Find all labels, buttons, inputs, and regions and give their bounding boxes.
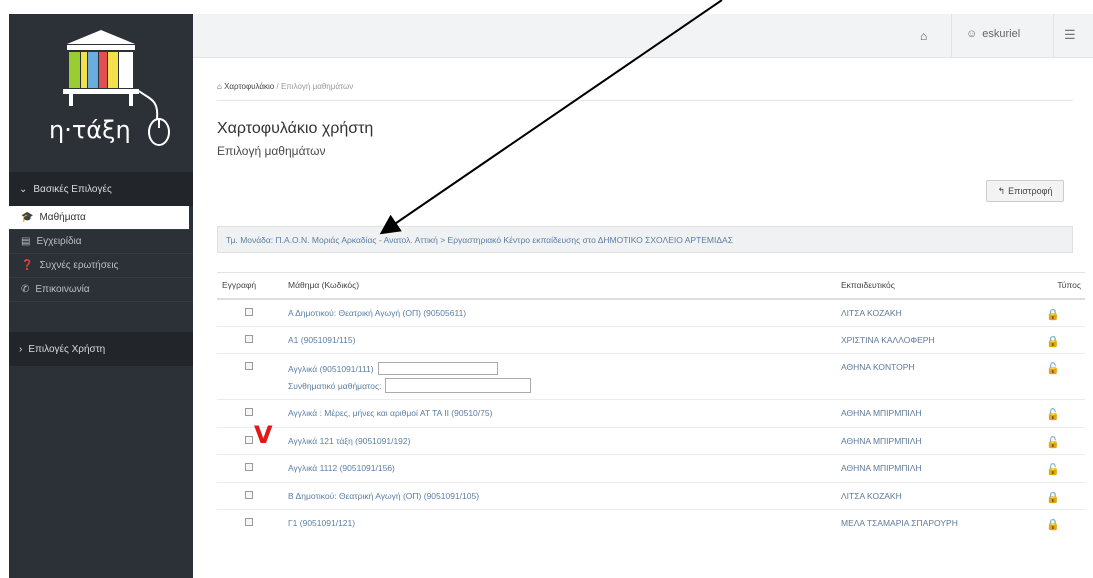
instructor-name: ΑΘΗΝΑ ΜΠΙΡΜΠΙΛΗ — [841, 435, 922, 446]
lock-open-icon: 🔓 — [1046, 409, 1060, 421]
course-link[interactable]: Αγγλικά (9051091/111) — [288, 364, 374, 374]
divider — [217, 100, 1073, 101]
courses-table: Εγγραφή Μάθημα (Κωδικός) Εκπαιδευτικός Τ… — [217, 272, 1085, 537]
table-row: Β Δημοτικού: Θεατρική Αγωγή (ΟΠ) (905109… — [217, 481, 1085, 510]
sidebar-item-manuals[interactable]: ▤ Εγχειρίδια — [9, 230, 193, 254]
sidebar-section-user-label: Επιλογές Χρήστη — [28, 343, 106, 355]
column-header-register: Εγγραφή — [217, 272, 281, 300]
instructor-name: ΑΘΗΝΑ ΚΟΝΤΟΡΗ — [841, 362, 915, 372]
instructor-name: ΛΙΤΣΑ ΚΟΖΑΚΗ — [841, 307, 902, 318]
sidebar-section-main-label: Βασικές Επιλογές — [33, 183, 112, 195]
back-arrow-icon: ↰ — [997, 185, 1006, 196]
divider — [1053, 14, 1054, 58]
register-checkbox[interactable] — [245, 463, 253, 471]
divider — [951, 14, 952, 58]
user-menu[interactable]: ☺ eskuriel — [966, 28, 1020, 40]
topbar: ⌂ ☺ eskuriel ☰ — [193, 14, 1093, 58]
register-checkbox[interactable] — [245, 435, 253, 444]
lock-closed-icon: 🔒 — [1046, 308, 1060, 321]
column-header-instructors: Εκπαιδευτικός — [834, 272, 1021, 300]
menu-icon[interactable]: ☰ — [1064, 27, 1076, 43]
instructor-name: ΑΘΗΝΑ ΜΠΙΡΜΠΙΛΗ — [841, 463, 922, 473]
table-row: Α Δημοτικού: Θεατρική Αγωγή (ΟΠ) (905056… — [217, 298, 1085, 326]
breadcrumb-current: Επιλογή μαθημάτων — [280, 82, 354, 91]
password-underline — [377, 362, 498, 375]
register-checkbox[interactable] — [245, 307, 253, 316]
sidebar-item-label: Συχνές ερωτήσεις — [39, 260, 119, 271]
breadcrumb: ⌂ Χαρτοφυλάκιο / Επιλογή μαθημάτων — [217, 82, 353, 91]
book-icon: ▤ — [21, 236, 31, 247]
lock-open-icon: 🔓 — [1046, 464, 1060, 476]
user-avatar-icon: ☺ — [966, 28, 978, 40]
home-icon[interactable]: ⌂ — [920, 29, 927, 43]
lock-closed-icon: 🔒 — [1046, 519, 1060, 531]
sidebar-section-user[interactable]: › Επιλογές Χρήστη — [9, 332, 193, 366]
logo-icon — [63, 30, 170, 146]
breadcrumb-separator: / — [276, 82, 279, 91]
course-link[interactable]: Α1 (9051091/115) — [288, 335, 355, 345]
sidebar-section-main[interactable]: ⌄ Βασικές Επιλογές — [9, 172, 193, 206]
instructor-name: ΑΘΗΝΑ ΜΠΙΡΜΠΙΛΗ — [841, 408, 922, 418]
page-subtitle: Επιλογή μαθημάτων — [217, 144, 326, 158]
table-row: Αγγλικά 121 τάξη (9051091/192) ΑΘΗΝΑ ΜΠΙ… — [217, 426, 1085, 455]
sidebar-item-courses[interactable]: 🎓 Μαθήματα — [9, 206, 193, 230]
lock-open-icon: 🔓 — [1046, 436, 1060, 449]
chevron-down-icon: ⌄ — [19, 183, 28, 195]
username: eskuriel — [982, 28, 1021, 40]
column-header-type: Τύπος — [1021, 272, 1085, 300]
course-link[interactable]: Β Δημοτικού: Θεατρική Αγωγή (ΟΠ) (905109… — [288, 491, 479, 501]
instructor-name: ΧΡΙΣΤΙΝΑ ΚΑΛΛΟΦΕΡΗ — [841, 334, 935, 345]
table-header-row: Εγγραφή Μάθημα (Κωδικός) Εκπαιδευτικός Τ… — [217, 272, 1085, 300]
lock-open-icon: 🔓 — [1046, 363, 1060, 375]
back-button[interactable]: ↰ Επιστροφή — [986, 180, 1064, 202]
sidebar: η·τάξη ⌄ Βασικές Επιλογές 🎓 Μαθήματα ▤ Ε… — [9, 14, 193, 578]
logo-text: η·τάξη — [49, 116, 131, 144]
course-link[interactable]: Αγγλικά 1112 (9051091/156) — [288, 463, 395, 473]
sidebar-item-faq[interactable]: ❓ Συχνές ερωτήσεις — [9, 254, 193, 278]
instructor-name: ΜΕΛΑ ΤΣΑΜΑΡΙΑ ΣΠΑΡΟΥΡΗ — [841, 518, 958, 528]
course-link[interactable]: Α Δημοτικού: Θεατρική Αγωγή (ΟΠ) (905056… — [288, 308, 466, 318]
table-row: Αγγλικά : Μέρες, μήνες και αριθμοί ΑΤ ΤΑ… — [217, 399, 1085, 427]
register-checkbox[interactable] — [245, 362, 253, 370]
info-box: Τμ. Μονάδα: Π.Α.Ο.Ν. Μοριάς Αρκαδίας - Α… — [217, 226, 1073, 253]
annotation-v-mark: V — [254, 421, 273, 449]
course-password-input[interactable] — [385, 378, 532, 393]
page-title: Χαρτοφυλάκιο χρήστη — [217, 120, 374, 137]
question-icon: ❓ — [21, 260, 34, 271]
sidebar-item-label: Μαθήματα — [39, 212, 86, 223]
sidebar-item-label: Επικοινωνία — [35, 284, 90, 295]
sidebar-item-contact[interactable]: ✆ Επικοινωνία — [9, 278, 193, 302]
table-row: Γ1 (9051091/121) ΜΕΛΑ ΤΣΑΜΑΡΙΑ ΣΠΑΡΟΥΡΗ … — [217, 509, 1085, 537]
lock-closed-icon: 🔒 — [1046, 335, 1060, 348]
register-checkbox[interactable] — [245, 408, 253, 416]
back-button-label: Επιστροφή — [1008, 186, 1053, 196]
register-checkbox[interactable] — [245, 490, 253, 499]
table-row: Αγγλικά (9051091/111) Συνθηματικό μαθήμα… — [217, 353, 1085, 400]
logo[interactable]: η·τάξη — [9, 14, 193, 172]
graduation-cap-icon: 🎓 — [21, 212, 34, 223]
course-link[interactable]: Γ1 (9051091/121) — [288, 518, 355, 528]
breadcrumb-home[interactable]: ⌂ Χαρτοφυλάκιο — [217, 82, 274, 91]
chevron-right-icon: › — [19, 343, 23, 355]
register-checkbox[interactable] — [245, 518, 253, 526]
register-checkbox[interactable] — [245, 334, 253, 343]
lock-closed-icon: 🔒 — [1046, 491, 1060, 504]
table-row: Αγγλικά 1112 (9051091/156) ΑΘΗΝΑ ΜΠΙΡΜΠΙ… — [217, 454, 1085, 482]
column-header-course: Μάθημα (Κωδικός) — [281, 272, 834, 300]
app-frame: η·τάξη ⌄ Βασικές Επιλογές 🎓 Μαθήματα ▤ Ε… — [9, 14, 1093, 578]
phone-icon: ✆ — [21, 284, 30, 295]
table-row: Α1 (9051091/115) ΧΡΙΣΤΙΝΑ ΚΑΛΛΟΦΕΡΗ 🔒 — [217, 325, 1085, 354]
instructor-name: ΛΙΤΣΑ ΚΟΖΑΚΗ — [841, 490, 902, 501]
course-link[interactable]: Αγγλικά 121 τάξη (9051091/192) — [288, 436, 410, 446]
main-content: ⌂ ☺ eskuriel ☰ ⌂ Χαρτοφυλάκιο / Επιλογή … — [193, 14, 1093, 578]
course-link[interactable]: Αγγλικά : Μέρες, μήνες και αριθμοί ΑΤ ΤΑ… — [288, 408, 492, 418]
password-label: Συνθηματικό μαθήματος: — [288, 380, 382, 391]
sidebar-item-label: Εγχειρίδια — [36, 236, 82, 247]
